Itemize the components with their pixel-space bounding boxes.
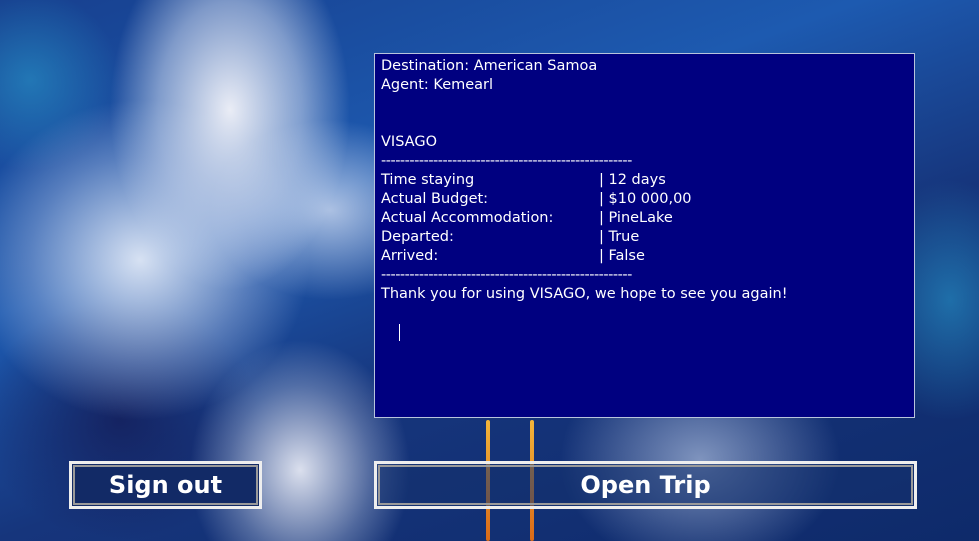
trip-summary-console[interactable]: Destination: American Samoa Agent: Kemea… bbox=[374, 53, 915, 418]
row-key: Actual Budget: bbox=[381, 191, 489, 207]
brand-title: VISAGO bbox=[381, 134, 437, 150]
row-value: | 12 days bbox=[599, 172, 666, 188]
row-key: Departed: bbox=[381, 229, 454, 245]
cursor-line bbox=[381, 304, 908, 341]
summary-row: Arrived: | False bbox=[381, 247, 908, 266]
row-value: | PineLake bbox=[599, 210, 673, 226]
summary-row: Departed: | True bbox=[381, 228, 908, 247]
row-value: | $10 000,00 bbox=[599, 191, 692, 207]
separator-line: ----------------------------------------… bbox=[381, 153, 632, 169]
row-key: Time staying bbox=[381, 172, 475, 188]
agent-line: Agent: Kemearl bbox=[381, 77, 494, 93]
summary-row: Time staying | 12 days bbox=[381, 171, 908, 190]
summary-row: Actual Budget: | $10 000,00 bbox=[381, 190, 908, 209]
open-trip-button[interactable]: Open Trip bbox=[374, 461, 917, 509]
row-value: | True bbox=[599, 229, 640, 245]
sign-out-button[interactable]: Sign out bbox=[69, 461, 262, 509]
summary-row: Actual Accommodation: | PineLake bbox=[381, 209, 908, 228]
row-value: | False bbox=[599, 248, 645, 264]
destination-line: Destination: American Samoa bbox=[381, 58, 598, 74]
row-key: Actual Accommodation: bbox=[381, 210, 554, 226]
row-key: Arrived: bbox=[381, 248, 439, 264]
thanks-message: Thank you for using VISAGO, we hope to s… bbox=[381, 286, 788, 302]
text-cursor bbox=[399, 324, 401, 341]
separator-line: ----------------------------------------… bbox=[381, 267, 632, 283]
